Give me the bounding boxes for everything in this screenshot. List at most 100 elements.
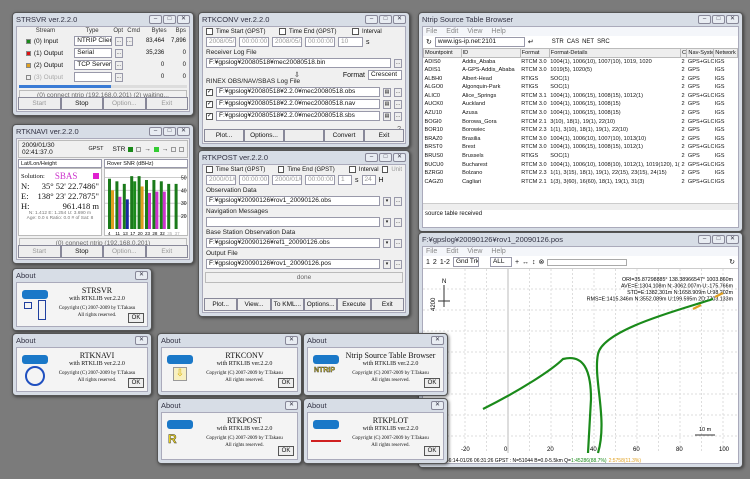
button-4[interactable]: Exit [364, 129, 404, 142]
connect-icon[interactable]: ↵ [528, 38, 534, 46]
column-header[interactable]: Network [713, 48, 738, 58]
close-button[interactable]: ✕ [177, 127, 190, 136]
maximize-button[interactable]: □ [163, 127, 176, 136]
output-checkbox[interactable]: ✓ [206, 112, 213, 120]
button-0[interactable]: Plot... [204, 129, 244, 142]
maximize-button[interactable]: □ [712, 235, 725, 244]
close-button[interactable]: ✕ [431, 401, 444, 410]
plot-type-select[interactable]: Gnd Trk [452, 257, 479, 267]
minimize-button[interactable]: – [698, 15, 711, 24]
time-scrollbar[interactable] [547, 258, 628, 266]
button-3[interactable]: Exit [145, 245, 188, 258]
column-header[interactable]: Nav-System [686, 48, 715, 58]
table-row[interactable]: ALGO0 Algonquin-Park RTIGS SOC(1) 2 GPS IGS [424, 83, 738, 92]
view-button[interactable]: ▤ [383, 99, 391, 109]
button-3[interactable]: Convert [324, 129, 364, 142]
tab-src[interactable]: SRC [597, 39, 610, 45]
button-3[interactable]: Options... [303, 298, 338, 311]
close-button[interactable]: ✕ [177, 15, 190, 24]
minimize-button[interactable]: – [365, 153, 378, 162]
output-file-input[interactable]: F:¥gpslog¥20080518¥2.2.0¥mec20080518.sbs [216, 111, 380, 121]
close-button[interactable]: ✕ [393, 153, 406, 162]
solution-toggle-0[interactable]: 1 [426, 259, 430, 266]
left-panel-select[interactable]: Lat/Lon/Height [18, 159, 102, 168]
menu-edit[interactable]: Edit [446, 248, 458, 255]
stream-type-select[interactable]: NTRIP Client [74, 36, 113, 46]
column-header[interactable]: Mountpoint [423, 48, 462, 58]
output-file-input[interactable]: F:¥gpslog¥20080518¥2.2.0¥mec20080518.nav [216, 99, 380, 109]
satellite-select[interactable]: ALL [489, 257, 512, 267]
view-button[interactable]: ▤ [383, 111, 391, 121]
minimize-button[interactable]: – [149, 127, 162, 136]
address-input[interactable]: www.igs-ip.net:2101 [434, 37, 525, 47]
close-button[interactable]: ✕ [135, 271, 148, 280]
table-row[interactable]: BRST0 Brest RTCM 3.0 1004(1), 1006(15), 100… [424, 143, 738, 152]
browse-button[interactable]: … [394, 259, 402, 269]
refresh-icon[interactable]: ↻ [426, 38, 432, 46]
browse-button[interactable]: … [394, 111, 402, 121]
dropdown-button[interactable]: ▾ [383, 238, 391, 248]
interval-input[interactable]: 1 [338, 175, 352, 185]
option-button[interactable]: … [115, 60, 123, 70]
ok-button[interactable]: OK [278, 446, 294, 456]
button-0[interactable]: Start [18, 245, 61, 258]
ok-button[interactable]: OK [128, 378, 144, 388]
browse-button[interactable]: … [394, 58, 402, 68]
option-button[interactable]: … [115, 36, 123, 46]
button-0[interactable]: Plot... [204, 298, 238, 311]
ok-button[interactable]: OK [424, 446, 440, 456]
table-row[interactable]: ALIC0 Alice_Springs RTCM 3.1 1004(1), 1006(… [424, 91, 738, 100]
interval-checkbox[interactable] [349, 166, 356, 173]
close-button[interactable]: ✕ [431, 336, 444, 345]
column-header[interactable]: ID [460, 48, 521, 58]
format-select[interactable]: Crescent [368, 70, 402, 80]
center-icon[interactable]: ⊗ [539, 258, 545, 266]
table-row[interactable]: AUCK0 Auckland RTCM 3.0 1004(1), 1006(15), … [424, 100, 738, 109]
option-button[interactable]: … [115, 48, 123, 58]
time-end-time[interactable]: 00:00:00 [305, 175, 335, 185]
time-end-checkbox[interactable] [277, 166, 285, 173]
close-button[interactable]: ✕ [393, 15, 406, 24]
table-row[interactable]: BOGI0 Borowa_Gora RTCM 2.1 3(10), 18(1), 19… [424, 117, 738, 126]
ok-button[interactable]: OK [424, 378, 440, 388]
fit-vertical-icon[interactable]: ↕ [532, 259, 536, 266]
browse-button[interactable]: … [394, 196, 402, 206]
browse-button[interactable]: … [394, 99, 402, 109]
button-1[interactable]: View... [237, 298, 271, 311]
unit-input[interactable]: 24 [361, 175, 376, 185]
ok-button[interactable]: OK [278, 378, 294, 388]
reload-icon[interactable]: ↻ [729, 258, 735, 266]
minimize-button[interactable]: – [149, 15, 162, 24]
time-end-time[interactable]: 00:00:00 [305, 37, 335, 47]
menu-file[interactable]: File [426, 248, 437, 255]
fit-horizontal-icon[interactable]: ↔ [522, 259, 529, 266]
maximize-button[interactable]: □ [712, 15, 725, 24]
time-start-checkbox[interactable] [206, 166, 213, 173]
time-end-date[interactable]: 2000/01/01 [272, 175, 302, 185]
dropdown-button[interactable]: ▾ [383, 217, 391, 227]
menu-file[interactable]: File [426, 28, 437, 35]
obs-file-input[interactable]: F:¥gpslog¥20090126¥rov1_20090126.obs [206, 196, 380, 206]
time-start-date[interactable]: 2000/01/01 [206, 175, 236, 185]
table-row[interactable]: BUCU0 Bucharest RTCM 3.0 1004(1), 1006(10),… [424, 160, 738, 169]
close-button[interactable]: ✕ [726, 15, 739, 24]
button-2[interactable]: Option... [103, 97, 146, 110]
button-4[interactable]: Execute [337, 298, 371, 311]
time-start-time[interactable]: 00:00:00 [239, 37, 269, 47]
menu-help[interactable]: Help [491, 28, 505, 35]
maximize-button[interactable]: □ [163, 15, 176, 24]
table-row[interactable]: AZU10 Azusa RTCM 3.0 1004(1), 1006(15), 100… [424, 109, 738, 118]
button-1[interactable]: Stop [60, 245, 103, 258]
nav-file-input[interactable] [206, 217, 380, 227]
table-row[interactable]: BRAZ0 Brasilia RTCM 3.0 1004(1), 1006(10), … [424, 134, 738, 143]
close-button[interactable]: ✕ [726, 235, 739, 244]
solution-toggle-2[interactable]: 1-2 [440, 259, 450, 266]
table-row[interactable]: ADIS1 A-GPS-Addis_Ababa RTCM 3.0 1019(5), 1… [424, 66, 738, 75]
out-file-input[interactable]: F:¥gpslog¥20090126¥rov1_20090126.pos [206, 259, 380, 269]
table-row[interactable]: CAGZ0 Cagliari RTCM 2.1 1(3), 3(60), 16(60)… [424, 177, 738, 186]
horizontal-scrollbar[interactable] [423, 203, 738, 210]
table-row[interactable]: ADIS0 Addis_Ababa RTCM 3.0 1004(1), 1006(10… [424, 57, 738, 66]
time-end-checkbox[interactable] [279, 28, 286, 35]
minimize-button[interactable]: – [698, 235, 711, 244]
stream-type-select[interactable]: Serial [74, 48, 113, 58]
